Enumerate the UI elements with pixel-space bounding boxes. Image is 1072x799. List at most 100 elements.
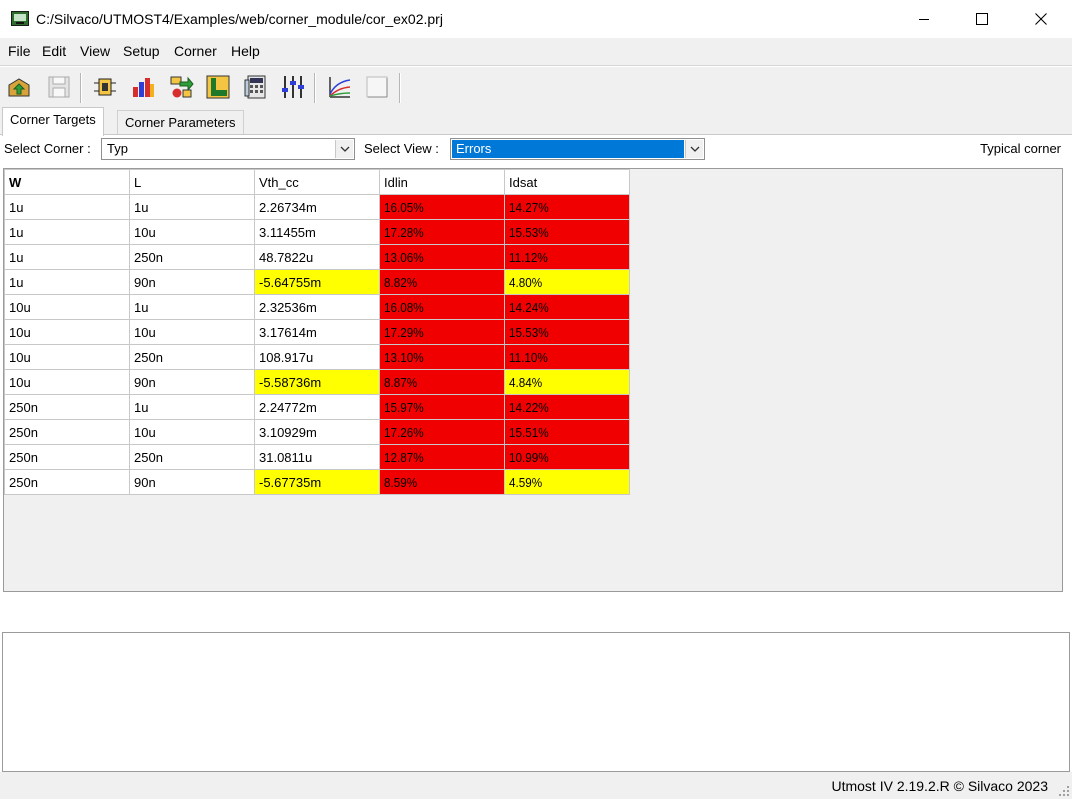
output-panel[interactable] [2, 632, 1070, 772]
cell-idsat[interactable]: 10.99% [504, 444, 630, 470]
cell-l[interactable]: 250n [129, 244, 255, 270]
cell-idlin[interactable]: 17.29% [379, 319, 505, 345]
cell-idlin[interactable]: 13.10% [379, 344, 505, 370]
table-row[interactable]: 10u 90n -5.58736m 8.87% 4.84% [4, 369, 630, 395]
cell-l[interactable]: 1u [129, 294, 255, 320]
cell-idsat[interactable]: 4.59% [504, 469, 630, 495]
cell-idsat[interactable]: 15.53% [504, 319, 630, 345]
table-row[interactable]: 10u 1u 2.32536m 16.08% 14.24% [4, 294, 630, 320]
cell-w[interactable]: 1u [4, 219, 130, 245]
cell-idlin[interactable]: 16.05% [379, 194, 505, 220]
cell-w[interactable]: 1u [4, 244, 130, 270]
cell-idsat[interactable]: 4.84% [504, 369, 630, 395]
menu-file[interactable]: File [8, 43, 31, 59]
cell-w[interactable]: 10u [4, 344, 130, 370]
cell-w[interactable]: 1u [4, 194, 130, 220]
table-row[interactable]: 250n 250n 31.0811u 12.87% 10.99% [4, 444, 630, 470]
cell-idlin[interactable]: 15.97% [379, 394, 505, 420]
cell-vth-cc[interactable]: -5.64755m [254, 269, 380, 295]
table-row[interactable]: 250n 1u 2.24772m 15.97% 14.22% [4, 394, 630, 420]
cell-vth-cc[interactable]: 2.32536m [254, 294, 380, 320]
cell-vth-cc[interactable]: 48.7822u [254, 244, 380, 270]
cell-vth-cc[interactable]: -5.67735m [254, 469, 380, 495]
calculator-icon[interactable] [243, 74, 269, 100]
chevron-down-icon[interactable] [685, 140, 703, 158]
cell-vth-cc[interactable]: 3.11455m [254, 219, 380, 245]
cell-l[interactable]: 1u [129, 394, 255, 420]
cell-idlin[interactable]: 13.06% [379, 244, 505, 270]
cell-vth-cc[interactable]: 3.10929m [254, 419, 380, 445]
cell-w[interactable]: 250n [4, 469, 130, 495]
minimize-button[interactable] [895, 0, 953, 38]
plot-icon[interactable] [326, 74, 352, 100]
cell-vth-cc[interactable]: -5.58736m [254, 369, 380, 395]
cell-idlin[interactable]: 8.87% [379, 369, 505, 395]
resize-grip-icon[interactable] [1058, 785, 1070, 797]
view-select[interactable]: Errors [450, 138, 705, 160]
cell-l[interactable]: 10u [129, 319, 255, 345]
table-row[interactable]: 250n 10u 3.10929m 17.26% 15.51% [4, 419, 630, 445]
cell-w[interactable]: 10u [4, 319, 130, 345]
menu-view[interactable]: View [80, 43, 110, 59]
tab-corner-targets[interactable]: Corner Targets [2, 107, 104, 136]
table-row[interactable]: 1u 10u 3.11455m 17.28% 15.53% [4, 219, 630, 245]
cell-vth-cc[interactable]: 2.24772m [254, 394, 380, 420]
corner-select[interactable]: Typ [101, 138, 355, 160]
cell-l[interactable]: 90n [129, 269, 255, 295]
cell-idlin[interactable]: 8.59% [379, 469, 505, 495]
tab-corner-parameters[interactable]: Corner Parameters [117, 110, 244, 135]
cell-idsat[interactable]: 11.12% [504, 244, 630, 270]
cell-l[interactable]: 90n [129, 369, 255, 395]
app-monitor-icon[interactable] [11, 11, 29, 26]
cell-vth-cc[interactable]: 3.17614m [254, 319, 380, 345]
bar-chart-icon[interactable] [130, 74, 156, 100]
cell-w[interactable]: 10u [4, 294, 130, 320]
table-row[interactable]: 1u 1u 2.26734m 16.05% 14.27% [4, 194, 630, 220]
cell-idlin[interactable]: 17.26% [379, 419, 505, 445]
menu-corner[interactable]: Corner [174, 43, 217, 59]
chevron-down-icon[interactable] [335, 140, 353, 158]
cell-w[interactable]: 10u [4, 369, 130, 395]
move-data-icon[interactable] [168, 74, 194, 100]
layout-icon[interactable] [205, 74, 231, 100]
menu-edit[interactable]: Edit [42, 43, 66, 59]
table-row[interactable]: 10u 250n 108.917u 13.10% 11.10% [4, 344, 630, 370]
cell-idsat[interactable]: 14.22% [504, 394, 630, 420]
cell-idsat[interactable]: 15.51% [504, 419, 630, 445]
table-row[interactable]: 10u 10u 3.17614m 17.29% 15.53% [4, 319, 630, 345]
cell-idsat[interactable]: 4.80% [504, 269, 630, 295]
cell-idlin[interactable]: 16.08% [379, 294, 505, 320]
table-row[interactable]: 1u 250n 48.7822u 13.06% 11.12% [4, 244, 630, 270]
cell-w[interactable]: 250n [4, 444, 130, 470]
sliders-icon[interactable] [280, 74, 306, 100]
module-icon[interactable] [92, 74, 118, 100]
save-icon[interactable] [46, 74, 72, 100]
menu-help[interactable]: Help [231, 43, 260, 59]
menu-setup[interactable]: Setup [123, 43, 160, 59]
cell-idlin[interactable]: 12.87% [379, 444, 505, 470]
cell-idsat[interactable]: 11.10% [504, 344, 630, 370]
column-header-idsat[interactable]: Idsat [504, 169, 630, 195]
cell-l[interactable]: 90n [129, 469, 255, 495]
table-row[interactable]: 1u 90n -5.64755m 8.82% 4.80% [4, 269, 630, 295]
cell-idsat[interactable]: 14.24% [504, 294, 630, 320]
cell-idlin[interactable]: 8.82% [379, 269, 505, 295]
column-header-l[interactable]: L [129, 169, 255, 195]
cell-idlin[interactable]: 17.28% [379, 219, 505, 245]
cell-l[interactable]: 250n [129, 444, 255, 470]
close-button[interactable] [1012, 0, 1070, 38]
cell-l[interactable]: 1u [129, 194, 255, 220]
column-header-w[interactable]: W [4, 169, 130, 195]
cell-w[interactable]: 1u [4, 269, 130, 295]
cell-w[interactable]: 250n [4, 419, 130, 445]
cell-idsat[interactable]: 15.53% [504, 219, 630, 245]
cell-l[interactable]: 10u [129, 219, 255, 245]
table-row[interactable]: 250n 90n -5.67735m 8.59% 4.59% [4, 469, 630, 495]
column-header-vth-cc[interactable]: Vth_cc [254, 169, 380, 195]
blank-page-icon[interactable] [364, 74, 390, 100]
cell-vth-cc[interactable]: 31.0811u [254, 444, 380, 470]
column-header-idlin[interactable]: Idlin [379, 169, 505, 195]
cell-vth-cc[interactable]: 2.26734m [254, 194, 380, 220]
maximize-button[interactable] [953, 0, 1011, 38]
open-project-icon[interactable] [6, 74, 32, 100]
